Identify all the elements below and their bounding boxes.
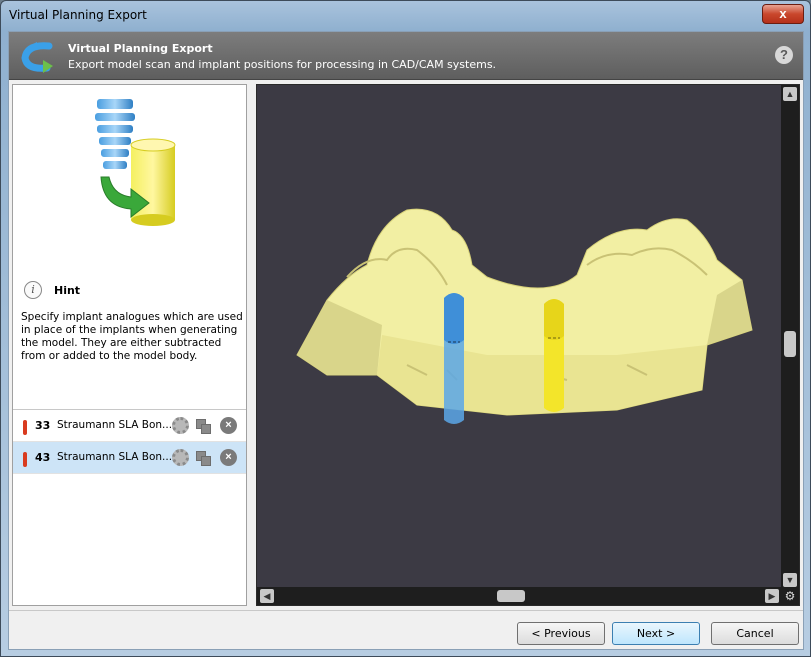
3d-viewport[interactable]: ▲ ▼ ◀ ▶ ⚙ bbox=[256, 84, 800, 606]
remove-icon[interactable]: × bbox=[220, 417, 237, 434]
view-settings-icon[interactable]: ⚙ bbox=[781, 587, 799, 605]
window-title: Virtual Planning Export bbox=[9, 8, 147, 22]
cancel-button[interactable]: Cancel bbox=[711, 622, 799, 645]
horizontal-scroll-thumb[interactable] bbox=[497, 590, 525, 602]
dialog-header: Virtual Planning Export Export model sca… bbox=[9, 32, 803, 80]
dialog-window: Virtual Planning Export x Virtual Planni… bbox=[0, 0, 811, 657]
warning-icon bbox=[23, 452, 27, 467]
scroll-left-icon[interactable]: ◀ bbox=[260, 589, 274, 603]
implant-list: 33 Straumann SLA Bon... × 43 Straumann S… bbox=[13, 409, 246, 474]
scroll-down-icon[interactable]: ▼ bbox=[783, 573, 797, 587]
gear-icon[interactable] bbox=[172, 417, 189, 434]
previous-button[interactable]: < Previous bbox=[517, 622, 605, 645]
header-subtitle: Export model scan and implant positions … bbox=[68, 58, 497, 71]
left-panel: i Hint Specify implant analogues which a… bbox=[12, 84, 247, 606]
gear-icon[interactable] bbox=[172, 449, 189, 466]
implant-name: Straumann SLA Bon... bbox=[57, 419, 173, 431]
copy-icon[interactable] bbox=[196, 451, 212, 466]
header-title: Virtual Planning Export bbox=[68, 42, 213, 55]
info-icon: i bbox=[24, 281, 42, 299]
next-button[interactable]: Next > bbox=[612, 622, 700, 645]
implant-row-43[interactable]: 43 Straumann SLA Bon... × bbox=[13, 442, 246, 474]
implant-analogue-43[interactable] bbox=[543, 296, 565, 416]
vertical-scroll-thumb[interactable] bbox=[784, 331, 796, 357]
tooth-number: 33 bbox=[35, 419, 51, 432]
copy-icon[interactable] bbox=[196, 419, 212, 434]
hint-text: Specify implant analogues which are used… bbox=[21, 311, 243, 362]
horizontal-scrollbar[interactable]: ◀ ▶ bbox=[257, 587, 781, 605]
hint-title: Hint bbox=[54, 284, 81, 297]
tooth-number: 43 bbox=[35, 451, 51, 464]
export-arrow-icon bbox=[21, 42, 53, 73]
implant-analogue-icon bbox=[95, 99, 176, 226]
remove-icon[interactable]: × bbox=[220, 449, 237, 466]
scroll-right-icon[interactable]: ▶ bbox=[765, 589, 779, 603]
dialog-client-area: Virtual Planning Export Export model sca… bbox=[8, 31, 804, 650]
close-button[interactable]: x bbox=[762, 4, 804, 24]
title-bar[interactable]: Virtual Planning Export x bbox=[1, 1, 810, 29]
scroll-up-icon[interactable]: ▲ bbox=[783, 87, 797, 101]
dental-model bbox=[296, 208, 753, 416]
vertical-scrollbar[interactable]: ▲ ▼ bbox=[781, 85, 799, 589]
implant-name: Straumann SLA Bon... bbox=[57, 451, 173, 463]
dialog-footer: < Previous Next > Cancel bbox=[9, 610, 803, 649]
implant-row-33[interactable]: 33 Straumann SLA Bon... × bbox=[13, 410, 246, 442]
hint-section: i Hint Specify implant analogues which a… bbox=[13, 85, 246, 405]
help-icon[interactable]: ? bbox=[775, 46, 793, 64]
implant-analogue-33[interactable] bbox=[443, 290, 465, 430]
warning-icon bbox=[23, 420, 27, 435]
